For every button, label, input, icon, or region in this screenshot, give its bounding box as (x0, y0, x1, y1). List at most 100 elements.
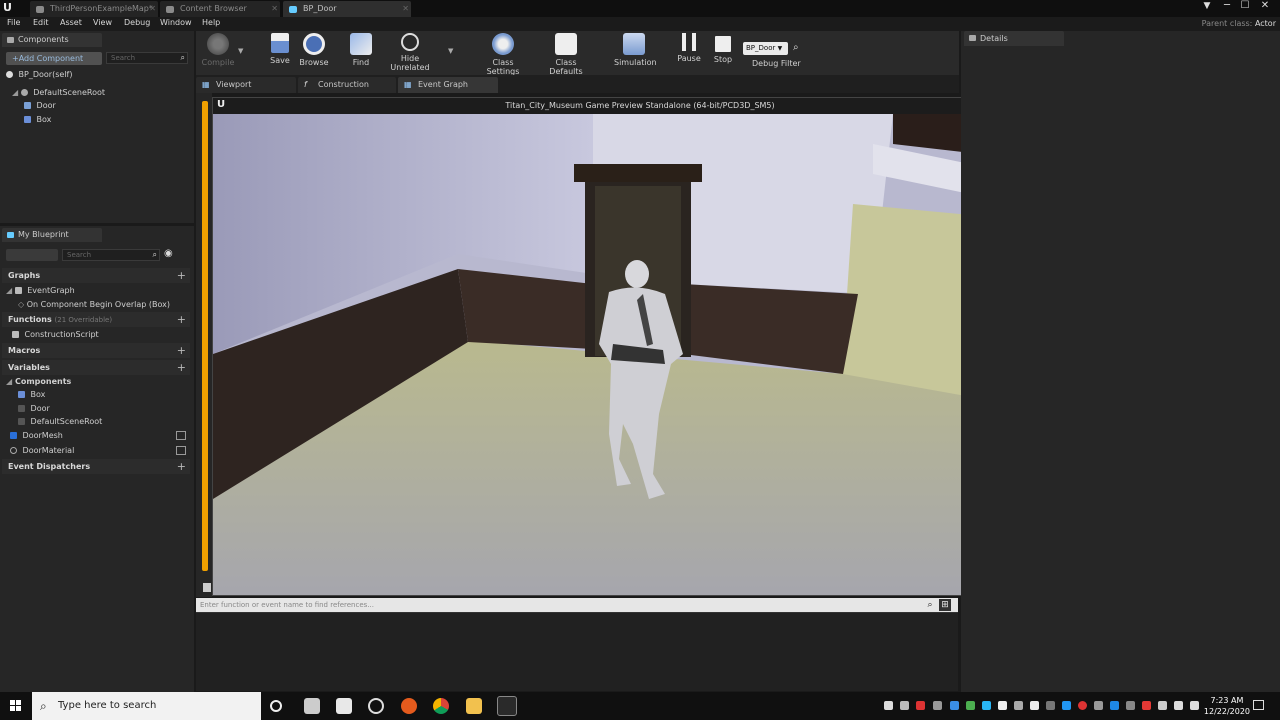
minimize-button[interactable]: ─ (1218, 0, 1236, 13)
cortana-icon[interactable] (270, 700, 282, 712)
tray-icon[interactable] (916, 701, 925, 710)
add-new-button[interactable] (6, 249, 58, 261)
add-variable-icon[interactable]: + (177, 360, 186, 375)
game-viewport[interactable] (213, 114, 1067, 595)
simulation-button[interactable]: Simulation (614, 33, 657, 67)
tray-icon[interactable] (1046, 701, 1055, 710)
eye-closed-icon[interactable] (176, 446, 186, 455)
game-preview-window[interactable]: U Titan_City_Museum Game Preview Standal… (212, 97, 1068, 596)
taskbar-clock[interactable]: 7:23 AM 12/22/2020 (1204, 695, 1250, 717)
save-button[interactable]: Save (266, 33, 294, 65)
find-button[interactable]: Find (348, 33, 374, 67)
variable-default-scene-root[interactable]: DefaultSceneRoot (18, 417, 102, 426)
bluetooth-icon[interactable] (1110, 701, 1119, 710)
variables-section[interactable]: Variables + (2, 360, 190, 375)
add-macro-icon[interactable]: + (177, 343, 186, 358)
search-icon[interactable]: ⌕ (924, 599, 936, 611)
graph-event-item[interactable]: ◇ On Component Begin Overlap (Box) (18, 300, 170, 309)
variable-door[interactable]: Door (18, 404, 50, 413)
windows-start-icon[interactable] (10, 700, 22, 712)
tray-icon[interactable] (1094, 701, 1103, 710)
tray-icon[interactable] (998, 701, 1007, 710)
tab-event-graph[interactable]: ▦ Event Graph (398, 77, 498, 93)
task-view-icon[interactable] (304, 698, 320, 714)
parent-class-link[interactable]: Actor (1255, 19, 1276, 28)
find-results-search-input[interactable]: Enter function or event name to find ref… (196, 598, 958, 612)
menu-view[interactable]: View (93, 18, 112, 27)
tray-icon[interactable] (1078, 701, 1087, 710)
menu-asset[interactable]: Asset (60, 18, 82, 27)
variables-components-group[interactable]: ◢ Components (6, 377, 71, 386)
components-search-input[interactable]: Search ⌕ (106, 52, 188, 64)
network-icon[interactable] (1158, 701, 1167, 710)
stop-button[interactable]: Stop (710, 33, 736, 64)
tray-icon[interactable] (982, 701, 991, 710)
tab-details[interactable]: Details (964, 31, 1064, 46)
add-component-button[interactable]: +Add Component (6, 52, 102, 65)
component-self[interactable]: BP_Door(self) (6, 70, 72, 79)
add-dispatcher-icon[interactable]: + (177, 459, 186, 474)
menu-edit[interactable]: Edit (33, 18, 49, 27)
tray-icon[interactable] (933, 701, 942, 710)
notifications-icon[interactable] (1253, 700, 1264, 710)
blueprint-search-input[interactable]: Search ⌕ (62, 249, 160, 261)
close-tab-icon[interactable]: ✕ (149, 1, 156, 17)
find-in-all-blueprints-icon[interactable]: ⊞ (939, 599, 951, 611)
close-tab-icon[interactable]: ✕ (402, 1, 409, 17)
variable-door-mesh[interactable]: DoorMesh (10, 431, 63, 440)
compile-options-chevron-icon[interactable]: ▼ (238, 47, 243, 55)
add-graph-icon[interactable]: + (177, 268, 186, 283)
compile-button[interactable]: Compile (200, 33, 236, 67)
unreal-engine-icon[interactable] (497, 696, 517, 716)
onedrive-icon[interactable] (1030, 701, 1039, 710)
variable-door-material[interactable]: DoorMaterial (10, 446, 74, 455)
app-icon[interactable] (336, 698, 352, 714)
component-door[interactable]: Door (24, 101, 56, 110)
close-tab-icon[interactable]: ✕ (271, 1, 278, 17)
graph-event-graph[interactable]: ◢ EventGraph (6, 286, 75, 295)
tray-icon[interactable] (1014, 701, 1023, 710)
close-button[interactable]: ✕ (1256, 0, 1274, 13)
doc-tab-map[interactable]: ThirdPersonExampleMap* ✕ (30, 1, 158, 17)
variable-box[interactable]: Box (18, 390, 45, 399)
event-dispatchers-section[interactable]: Event Dispatchers + (2, 459, 190, 474)
menu-file[interactable]: File (7, 18, 20, 27)
functions-section[interactable]: Functions (21 Overridable) + (2, 312, 190, 327)
tray-icon[interactable] (1126, 701, 1135, 710)
tray-icon[interactable] (900, 701, 909, 710)
tray-icon[interactable] (966, 701, 975, 710)
maximize-button[interactable]: ☐ (1236, 0, 1254, 13)
menu-window[interactable]: Window (160, 18, 192, 27)
settings-app-icon[interactable] (368, 698, 384, 714)
source-control-icon[interactable]: ▼ (1198, 0, 1216, 13)
class-defaults-button[interactable]: Class Defaults (538, 33, 594, 76)
tab-components[interactable]: Components (2, 33, 102, 47)
tray-icon[interactable] (950, 701, 959, 710)
tray-icon[interactable] (1174, 701, 1183, 710)
debug-object-select[interactable]: BP_Door ▼ (743, 42, 788, 55)
tray-icon[interactable] (1142, 701, 1151, 710)
doc-tab-content-browser[interactable]: Content Browser ✕ (160, 1, 280, 17)
component-default-scene-root[interactable]: ◢ DefaultSceneRoot (12, 88, 105, 97)
tray-icon[interactable] (1062, 701, 1071, 710)
file-explorer-icon[interactable] (466, 698, 482, 714)
hide-unrelated-button[interactable]: Hide Unrelated (382, 33, 438, 72)
game-window-titlebar[interactable]: U Titan_City_Museum Game Preview Standal… (213, 98, 1067, 114)
firefox-icon[interactable] (401, 698, 417, 714)
hide-options-chevron-icon[interactable]: ▼ (448, 47, 453, 55)
menu-debug[interactable]: Debug (124, 18, 150, 27)
macros-section[interactable]: Macros + (2, 343, 190, 358)
taskbar-search-input[interactable]: ⌕ Type here to search (32, 692, 261, 720)
debug-find-icon[interactable]: ⌕ (793, 42, 799, 53)
volume-icon[interactable] (1190, 701, 1199, 710)
component-box[interactable]: Box (24, 115, 51, 124)
eye-closed-icon[interactable] (176, 431, 186, 440)
tab-my-blueprint[interactable]: My Blueprint (2, 228, 102, 242)
menu-help[interactable]: Help (202, 18, 220, 27)
browse-button[interactable]: Browse (299, 33, 329, 67)
tray-icon[interactable] (884, 701, 893, 710)
pause-button[interactable]: Pause (676, 33, 702, 63)
graph-settings-icon[interactable] (203, 583, 211, 592)
class-settings-button[interactable]: Class Settings (476, 33, 530, 76)
eye-visibility-icon[interactable]: ◉ (164, 248, 173, 259)
